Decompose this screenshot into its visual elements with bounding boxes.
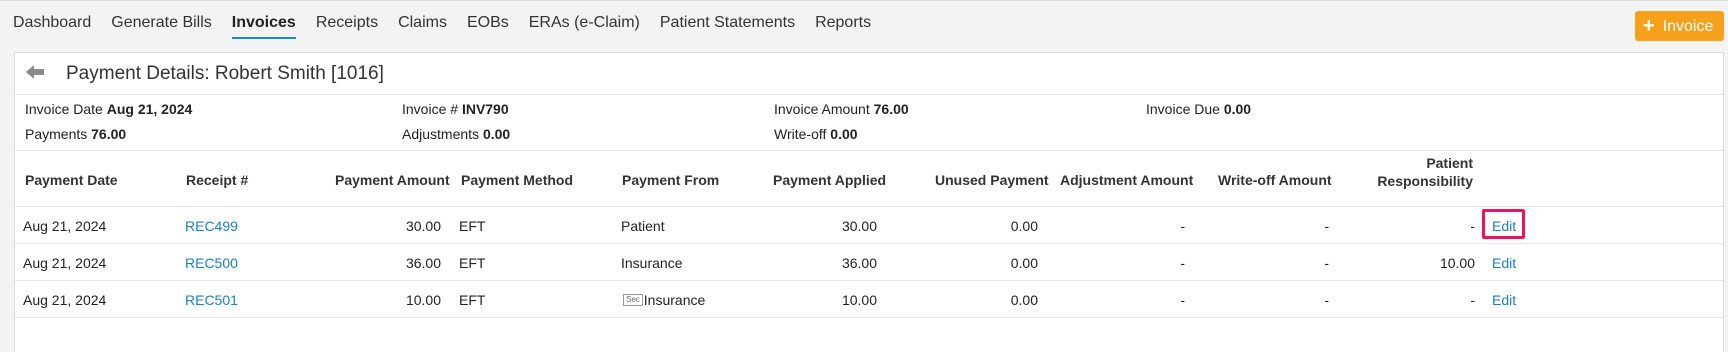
- summary-invoice-amount: Invoice Amount 76.00: [774, 101, 909, 117]
- summary-writeoff: Write-off 0.00: [774, 126, 858, 142]
- invoice-date-label: Invoice Date: [25, 101, 103, 117]
- payments-value: 76.00: [91, 126, 127, 142]
- cell-adjustment-amount: -: [1180, 218, 1185, 234]
- receipt-link[interactable]: REC501: [185, 292, 238, 308]
- nav-invoices[interactable]: Invoices: [231, 13, 296, 39]
- header-payment-from[interactable]: Payment From: [622, 172, 719, 188]
- header-receipt-no[interactable]: Receipt #: [186, 172, 248, 188]
- nav-generate-bills[interactable]: Generate Bills: [111, 13, 212, 39]
- header-patient-responsibility-line1: Patient: [1426, 155, 1473, 171]
- invoice-amount-value: 76.00: [873, 101, 909, 117]
- top-navigation-bar: Dashboard Generate Bills Invoices Receip…: [0, 0, 1728, 44]
- invoice-due-value: 0.00: [1223, 101, 1252, 117]
- cell-payment-from: Patient: [621, 218, 665, 234]
- cell-payment-amount: 10.00: [405, 292, 441, 308]
- cell-payment-method: EFT: [459, 218, 486, 234]
- table-row: Aug 21, 2024 REC499 30.00 EFT Patient 30…: [15, 207, 1723, 244]
- nav-claims[interactable]: Claims: [398, 13, 447, 39]
- invoice-no-value: INV790: [461, 101, 509, 117]
- cell-payment-amount: 30.00: [405, 218, 441, 234]
- nav-reports[interactable]: Reports: [815, 13, 871, 39]
- cell-payment-amount: 36.00: [405, 255, 441, 271]
- payment-from-text: Patient: [621, 218, 665, 234]
- add-invoice-button[interactable]: + Invoice: [1635, 11, 1724, 41]
- cell-writeoff-amount: -: [1324, 218, 1329, 234]
- table-row: Aug 21, 2024 REC501 10.00 EFT Sec Insuran…: [15, 281, 1723, 318]
- cell-payment-method: EFT: [459, 255, 486, 271]
- cell-payment-from: Sec Insurance: [623, 292, 705, 308]
- header-payment-applied[interactable]: Payment Applied: [773, 172, 886, 188]
- edit-link[interactable]: Edit: [1492, 218, 1516, 234]
- back-button[interactable]: [24, 61, 48, 83]
- cell-payment-date: Aug 21, 2024: [23, 292, 107, 308]
- cell-patient-responsibility: 10.00: [1439, 255, 1475, 271]
- edit-link[interactable]: Edit: [1492, 255, 1516, 271]
- cell-payment-applied: 36.00: [841, 255, 877, 271]
- cell-unused-payment: 0.00: [1010, 218, 1038, 234]
- nav-eras[interactable]: ERAs (e-Claim): [529, 13, 640, 39]
- add-invoice-label: Invoice: [1662, 18, 1714, 35]
- invoice-no-label: Invoice #: [402, 101, 459, 117]
- cell-payment-method: EFT: [459, 292, 486, 308]
- writeoff-value: 0.00: [830, 126, 858, 142]
- header-patient-responsibility-line2: Responsibility: [1377, 173, 1473, 189]
- panel-header: Payment Details: Robert Smith [1016]: [15, 53, 1723, 95]
- summary-invoice-date: Invoice Date Aug 21, 2024: [25, 101, 192, 117]
- secondary-insurance-badge: Sec: [623, 294, 643, 306]
- nav-patient-statements[interactable]: Patient Statements: [660, 13, 795, 39]
- receipt-link[interactable]: REC499: [185, 218, 238, 234]
- invoice-date-value: Aug 21, 2024: [106, 101, 193, 117]
- adjustments-label: Adjustments: [402, 126, 480, 142]
- header-adjustment-amount[interactable]: Adjustment Amount: [1060, 172, 1193, 188]
- header-patient-responsibility[interactable]: Patient Responsibility: [1373, 155, 1473, 189]
- invoice-due-label: Invoice Due: [1146, 101, 1220, 117]
- summary-invoice-no: Invoice # INV790: [402, 101, 509, 117]
- payment-from-text: Insurance: [643, 292, 706, 308]
- header-payment-amount[interactable]: Payment Amount: [335, 172, 450, 188]
- cell-payment-date: Aug 21, 2024: [23, 218, 107, 234]
- cell-adjustment-amount: -: [1180, 255, 1185, 271]
- payment-from-text: Insurance: [621, 255, 683, 271]
- writeoff-label: Write-off: [774, 126, 827, 142]
- summary-invoice-due: Invoice Due 0.00: [1146, 101, 1251, 117]
- invoice-amount-label: Invoice Amount: [774, 101, 870, 117]
- invoice-summary: Invoice Date Aug 21, 2024 Invoice # INV7…: [15, 95, 1723, 151]
- table-row: Aug 21, 2024 REC500 36.00 EFT Insurance …: [15, 244, 1723, 281]
- edit-link[interactable]: Edit: [1492, 292, 1516, 308]
- cell-payment-applied: 10.00: [841, 292, 877, 308]
- summary-adjustments: Adjustments 0.00: [402, 126, 510, 142]
- nav-eobs[interactable]: EOBs: [467, 13, 509, 39]
- cell-unused-payment: 0.00: [1010, 255, 1038, 271]
- cell-writeoff-amount: -: [1324, 292, 1329, 308]
- nav-receipts[interactable]: Receipts: [316, 13, 378, 39]
- payment-details-panel: Payment Details: Robert Smith [1016] Inv…: [14, 52, 1724, 352]
- summary-payments: Payments 76.00: [25, 126, 126, 142]
- cell-patient-responsibility: -: [1470, 218, 1475, 234]
- cell-payment-applied: 30.00: [841, 218, 877, 234]
- header-payment-date[interactable]: Payment Date: [25, 172, 118, 188]
- receipt-link[interactable]: REC500: [185, 255, 238, 271]
- cell-patient-responsibility: -: [1470, 292, 1475, 308]
- payments-label: Payments: [25, 126, 88, 142]
- payments-table-header: Payment Date Receipt # Payment Amount Pa…: [15, 151, 1723, 207]
- main-nav: Dashboard Generate Bills Invoices Receip…: [13, 13, 891, 39]
- adjustments-value: 0.00: [482, 126, 511, 142]
- cell-adjustment-amount: -: [1180, 292, 1185, 308]
- header-payment-method[interactable]: Payment Method: [461, 172, 573, 188]
- nav-dashboard[interactable]: Dashboard: [13, 13, 91, 39]
- cell-payment-from: Insurance: [621, 255, 682, 271]
- cell-writeoff-amount: -: [1324, 255, 1329, 271]
- cell-unused-payment: 0.00: [1010, 292, 1038, 308]
- cell-payment-date: Aug 21, 2024: [23, 255, 107, 271]
- header-writeoff-amount[interactable]: Write-off Amount: [1218, 172, 1332, 188]
- back-arrow-icon: [26, 65, 44, 79]
- header-unused-payment[interactable]: Unused Payment: [935, 172, 1049, 188]
- page-title: Payment Details: Robert Smith [1016]: [66, 63, 384, 84]
- plus-icon: +: [1643, 15, 1655, 37]
